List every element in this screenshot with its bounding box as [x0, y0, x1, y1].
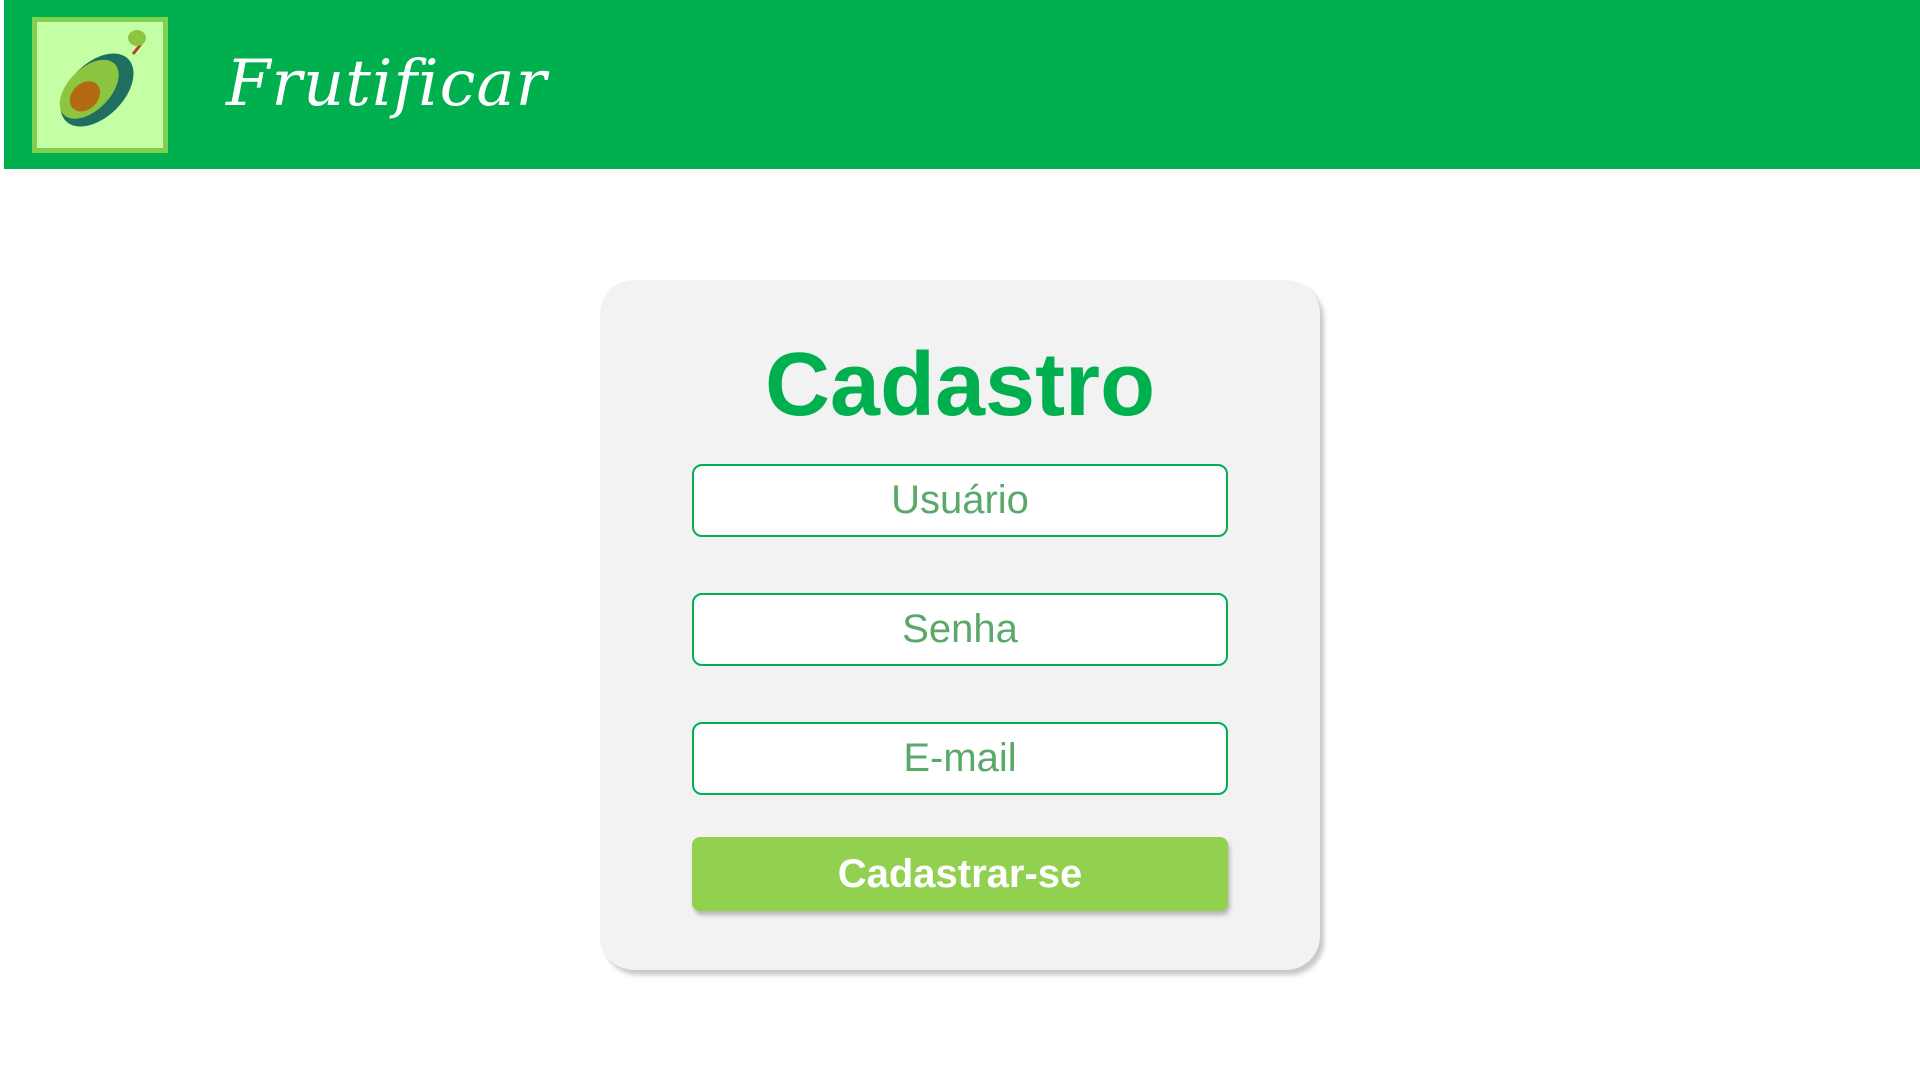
- username-input[interactable]: [692, 464, 1228, 537]
- form-title: Cadastro: [764, 335, 1156, 435]
- password-input[interactable]: [692, 593, 1228, 666]
- top-bar: Frutificar: [4, 0, 1920, 169]
- email-input[interactable]: [692, 722, 1228, 795]
- avocado-icon: [59, 30, 146, 127]
- brand-name: Frutificar: [226, 47, 548, 121]
- logo[interactable]: [32, 17, 168, 153]
- signup-button[interactable]: Cadastrar-se: [692, 837, 1228, 911]
- page: Frutificar Cadastro Cadastrar-se: [0, 0, 1920, 1080]
